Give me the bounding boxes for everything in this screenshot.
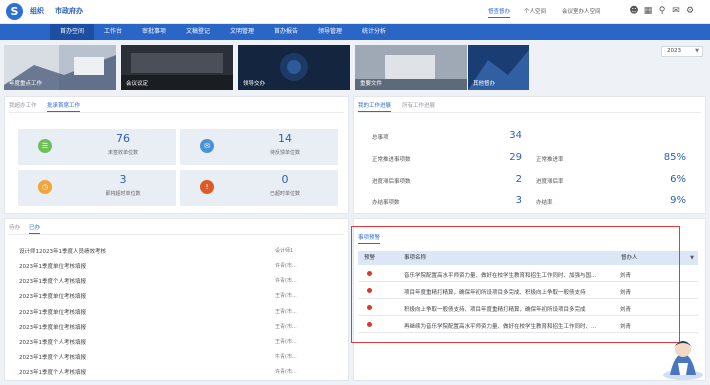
banner-label: 其他督办 [473, 81, 496, 87]
metric-rate-value: 85% [663, 152, 686, 163]
org-label: 组织 [30, 7, 44, 15]
tab-divider [358, 112, 701, 113]
list-item-owner: 王青(市... [275, 339, 297, 345]
stat-value: 3 [119, 173, 127, 186]
nav-workbench[interactable]: 工作台 [94, 24, 132, 40]
stat-value: 76 [116, 132, 130, 145]
list-item[interactable]: 2023年1季度单位考核填报 [19, 308, 86, 316]
metric-label: 办结事项数 [372, 200, 400, 206]
warning-highlight-frame [351, 226, 680, 343]
todo-panel: 待办 已办 设计师12023年1季度人员绩效考核 设计师1 2023年1季度单位… [4, 218, 349, 381]
year-select[interactable]: 2023 ▼ [661, 46, 703, 57]
total-value: 34 [509, 130, 522, 141]
metric-value: 29 [509, 152, 522, 163]
tab-todo[interactable]: 待办 [9, 223, 20, 231]
metric-label: 正常推进事项数 [372, 157, 411, 163]
stat-label: 已超时单位数 [269, 191, 300, 197]
nav-leader[interactable]: 领导管理 [308, 24, 352, 40]
list-item[interactable]: 2023年1季度个人考核填报 [19, 277, 86, 285]
list-item[interactable]: 2023年1季度个人考核填报 [19, 338, 86, 346]
alert-icon: ! [200, 180, 214, 194]
stat-card-unsigned[interactable]: ☰ 76 未签收单位数 [18, 129, 176, 165]
total-label: 总事项 [372, 135, 389, 141]
banner-row: 年度重点工作 会议议定 领导交办 重要文件 其他督办 [4, 45, 529, 90]
metric-rate-label: 进度滞后率 [536, 179, 564, 185]
message-icon: ✉ [200, 139, 214, 153]
list-item-owner: 王青(市... [275, 324, 297, 330]
banner-label: 重要文件 [360, 81, 383, 87]
banner-label: 领导交办 [243, 81, 266, 87]
nav-home[interactable]: 首办空间 [50, 24, 94, 40]
metric-rate-value: 9% [670, 195, 686, 206]
banner-label: 会议议定 [126, 81, 149, 87]
top-link-meeting[interactable]: 会议室办人空间 [562, 7, 601, 15]
progress-panel: 我的工作进展 所有工作进展 总事项 34 正常推进事项数 29 正常推进率 85… [353, 96, 706, 214]
nav-stats[interactable]: 统计分析 [352, 24, 396, 40]
list-item[interactable]: 2023年1季度个人考核填报 [19, 368, 86, 376]
top-link-personal[interactable]: 个人空间 [524, 7, 546, 15]
year-value: 2023 [667, 48, 681, 54]
banner-important-docs[interactable]: 重要文件 [355, 45, 467, 90]
tab-my-handle[interactable]: 我超办工作 [9, 101, 37, 109]
nav-report[interactable]: 首办报告 [264, 24, 308, 40]
list-item[interactable]: 2023年1季度个人考核填报 [19, 353, 86, 361]
clock-icon: ◷ [38, 180, 52, 194]
chevron-down-icon[interactable]: ▼ [690, 251, 694, 265]
list-item-owner: 王青(市... [275, 293, 297, 299]
stat-value: 0 [281, 173, 289, 186]
banner-leader-assigned[interactable]: 领导交办 [238, 45, 350, 90]
nav-approval[interactable]: 审批事项 [132, 24, 176, 40]
table-icon: ☰ [38, 139, 52, 153]
list-item[interactable]: 设计师12023年1季度人员绩效考核 [19, 247, 106, 255]
list-item-owner: 许青(市... [275, 369, 297, 375]
nav-civil[interactable]: 文明管理 [220, 24, 264, 40]
top-link-supervision[interactable]: 督查督办 [488, 7, 511, 18]
list-item-owner: 许青(市... [275, 278, 297, 284]
metric-rate-label: 办结率 [536, 200, 553, 206]
stat-label: 待反馈单位数 [269, 150, 300, 156]
user-icon[interactable]: ☻ [628, 5, 640, 17]
metric-rate-label: 正常推进率 [536, 157, 564, 163]
stat-label: 未签收单位数 [107, 150, 138, 156]
list-item-owner: 许青(市... [275, 263, 297, 269]
list-item[interactable]: 2023年1季度单位考核填报 [19, 323, 86, 331]
stat-card-near-timeout[interactable]: ◷ 3 即将超时单位数 [18, 170, 176, 206]
list-item-owner: 牛青(市... [275, 354, 297, 360]
stat-label: 即将超时单位数 [105, 191, 141, 197]
tab-approval-work[interactable]: 批承首席工作 [47, 101, 81, 112]
metric-rate-value: 6% [670, 174, 686, 185]
main-nav: 首办空间 工作台 审批事项 文稿登记 文明管理 首办报告 领导管理 统计分析 [0, 24, 710, 40]
tab-done[interactable]: 已办 [29, 223, 41, 234]
top-bar: S 组织 市政府办 督查督办 个人空间 会议室办人空间 ☻ ▦ ⚲ ✉ ⚙ [0, 0, 710, 24]
chat-icon[interactable]: ✉ [670, 5, 682, 17]
banner-annual-work[interactable]: 年度重点工作 [4, 45, 116, 90]
tab-my-progress[interactable]: 我的工作进展 [358, 101, 392, 112]
chevron-down-icon: ▼ [695, 48, 699, 54]
stat-value: 14 [278, 132, 292, 145]
banner-meeting[interactable]: 会议议定 [121, 45, 233, 90]
list-item-owner: 设计师1 [275, 248, 294, 254]
list-item[interactable]: 2023年1季度单位考核填报 [19, 262, 86, 270]
app-logo: S [6, 3, 23, 20]
stat-card-pending-feedback[interactable]: ✉ 14 待反馈单位数 [180, 129, 338, 165]
metric-value: 2 [515, 174, 522, 185]
gear-icon[interactable]: ⚙ [684, 5, 696, 17]
handle-panel: 我超办工作 批承首席工作 ☰ 76 未签收单位数 ✉ 14 待反馈单位数 ◷ 3… [4, 96, 349, 214]
banner-other[interactable]: 其他督办 [468, 45, 529, 90]
assistant-avatar[interactable] [660, 335, 706, 381]
nav-doc-register[interactable]: 文稿登记 [176, 24, 220, 40]
banner-label: 年度重点工作 [9, 81, 43, 87]
metric-value: 3 [515, 195, 522, 206]
tab-divider [9, 112, 344, 113]
stat-card-timeout[interactable]: ! 0 已超时单位数 [180, 170, 338, 206]
office-label: 市政府办 [55, 7, 83, 15]
search-icon[interactable]: ⚲ [656, 5, 668, 17]
list-item[interactable]: 2023年1季度单位考核填报 [19, 292, 86, 300]
tab-divider [9, 234, 344, 235]
metric-label: 进度滞后事项数 [372, 179, 411, 185]
tab-all-progress[interactable]: 所有工作进展 [402, 101, 435, 109]
list-item-owner: 王青(市... [275, 309, 297, 315]
grid-icon[interactable]: ▦ [642, 5, 654, 17]
